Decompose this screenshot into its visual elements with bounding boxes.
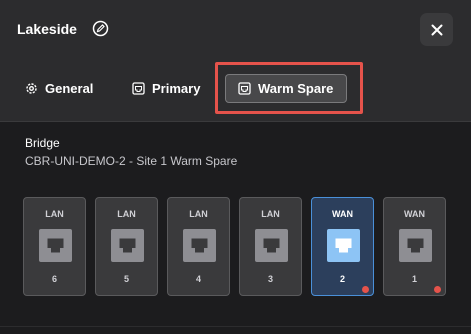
alert-status-dot	[362, 286, 369, 293]
port-number: 5	[123, 274, 129, 284]
port-card[interactable]: LAN 5	[95, 197, 158, 296]
port-card[interactable]: LAN 3	[239, 197, 302, 296]
port-type: LAN	[45, 209, 64, 219]
site-title: Lakeside	[17, 21, 77, 37]
ethernet-port-icon	[111, 229, 144, 262]
bridge-device-name: CBR-UNI-DEMO-2 - Site 1 Warm Spare	[25, 154, 238, 168]
ethernet-port-icon	[327, 229, 360, 262]
port-card[interactable]: WAN 1	[383, 197, 446, 296]
ethernet-port-icon	[183, 229, 216, 262]
tab-primary-label: Primary	[152, 80, 201, 96]
tab-general[interactable]: General	[25, 75, 93, 101]
bridge-label: Bridge	[25, 136, 60, 150]
ethernet-port-icon	[399, 229, 432, 262]
port-number: 2	[339, 274, 345, 284]
modal-header: Lakeside	[0, 0, 471, 58]
port-number: 4	[195, 274, 201, 284]
port-type: LAN	[189, 209, 208, 219]
port-type: LAN	[261, 209, 280, 219]
port-type: LAN	[117, 209, 136, 219]
highlight-box	[215, 62, 363, 114]
port-card[interactable]: WAN 2	[311, 197, 374, 296]
alert-status-dot	[434, 286, 441, 293]
close-icon	[431, 24, 442, 35]
port-number: 1	[411, 274, 417, 284]
edit-pencil-icon[interactable]	[92, 20, 109, 37]
port-type: WAN	[332, 209, 353, 219]
port-type: WAN	[404, 209, 425, 219]
port-number: 6	[51, 274, 57, 284]
tab-general-label: General	[45, 80, 94, 96]
port-number: 3	[267, 274, 273, 284]
router-icon	[132, 81, 145, 95]
port-card[interactable]: LAN 4	[167, 197, 230, 296]
tab-primary[interactable]: Primary	[132, 75, 200, 101]
port-card[interactable]: LAN 6	[23, 197, 86, 296]
gear-icon	[26, 82, 37, 94]
close-button[interactable]	[420, 13, 453, 46]
ethernet-port-icon	[255, 229, 288, 262]
ethernet-port-icon	[39, 229, 72, 262]
divider	[0, 326, 471, 327]
